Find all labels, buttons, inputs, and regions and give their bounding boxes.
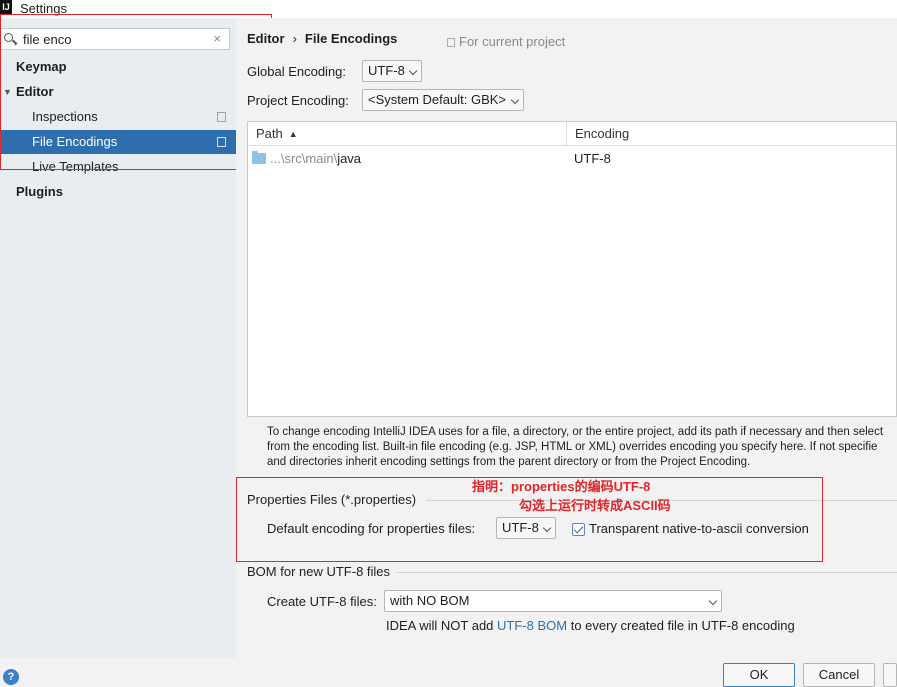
global-encoding-select[interactable]: UTF-8: [362, 60, 422, 82]
help-icon[interactable]: ?: [3, 669, 19, 685]
annotation-line-1: 指明：properties的编码UTF-8: [472, 479, 651, 494]
global-encoding-label: Global Encoding:: [247, 64, 347, 79]
sidebar-item-inspections[interactable]: Inspections: [0, 105, 236, 129]
sidebar-item-label: Plugins: [16, 184, 63, 199]
column-header-label: Path: [256, 126, 283, 141]
column-divider[interactable]: [566, 122, 567, 145]
settings-sidebar: ▾ × Keymap ▼ Editor Inspections File Enc…: [0, 18, 236, 658]
sidebar-item-label: Editor: [16, 84, 54, 99]
window-title: Settings: [20, 1, 67, 16]
create-utf8-files-label: Create UTF-8 files:: [267, 594, 377, 609]
project-scope-icon: [217, 112, 226, 122]
intellij-logo-icon: IJ: [0, 0, 12, 14]
sidebar-item-editor[interactable]: ▼ Editor: [0, 80, 236, 104]
annotation-line-2: 勾选上运行时转成ASCII码: [519, 498, 671, 513]
breadcrumb-current: File Encodings: [304, 31, 398, 46]
search-input[interactable]: [23, 30, 203, 48]
properties-section-title: Properties Files (*.properties): [247, 492, 417, 507]
cancel-button[interactable]: Cancel: [803, 663, 875, 687]
sort-ascending-icon: ▲: [288, 129, 298, 139]
sidebar-item-label: Inspections: [32, 109, 98, 124]
encoding-cell[interactable]: UTF-8: [574, 147, 611, 171]
for-current-project-note: For current project: [447, 34, 565, 49]
bom-section-title: BOM for new UTF-8 files: [247, 564, 391, 579]
bom-option-select[interactable]: with NO BOM: [384, 590, 722, 612]
path-encoding-table[interactable]: Path ▲ Encoding ...\src\main\java UTF-8: [247, 121, 897, 417]
chevron-down-icon: [408, 66, 418, 76]
section-divider: [396, 572, 897, 573]
bom-note-suffix: to every created file in UTF-8 encoding: [567, 618, 795, 633]
table-header: Path ▲ Encoding: [248, 122, 896, 146]
sidebar-item-keymap[interactable]: Keymap: [0, 55, 236, 79]
help-line: and directories inherit encoding setting…: [267, 456, 751, 468]
sidebar-item-live-templates[interactable]: Live Templates: [0, 155, 236, 179]
sidebar-item-label: Live Templates: [32, 159, 119, 174]
bom-option-value: with NO BOM: [390, 593, 470, 608]
sidebar-item-label: Keymap: [16, 59, 67, 74]
transparent-conversion-checkbox[interactable]: [572, 523, 585, 536]
default-encoding-properties-label: Default encoding for properties files:: [267, 521, 476, 536]
project-encoding-select[interactable]: <System Default: GBK>: [362, 89, 524, 111]
clear-search-icon[interactable]: ×: [213, 31, 221, 46]
apply-button-partial[interactable]: [883, 663, 897, 687]
bom-note: IDEA will NOT add UTF-8 BOM to every cre…: [386, 618, 795, 633]
help-line: from the encoding list. Built-in file en…: [267, 441, 878, 453]
table-row[interactable]: ...\src\main\java UTF-8: [248, 147, 896, 171]
settings-main-panel: Editor › File Encodings For current projec…: [236, 18, 897, 658]
chevron-down-icon: [708, 596, 718, 606]
ok-button[interactable]: OK: [723, 663, 795, 687]
project-encoding-label: Project Encoding:: [247, 93, 349, 108]
column-header-encoding[interactable]: Encoding: [575, 122, 629, 145]
path-cell: ...\src\main\java: [270, 147, 361, 171]
chevron-down-icon: ▾: [14, 41, 18, 48]
settings-search-field[interactable]: ▾ ×: [0, 28, 230, 50]
bom-note-prefix: IDEA will NOT add: [386, 618, 498, 633]
folder-icon: [252, 151, 266, 164]
for-current-project-label: For current project: [459, 34, 566, 49]
properties-encoding-select[interactable]: UTF-8: [496, 517, 556, 539]
breadcrumb-separator: ›: [292, 31, 297, 46]
project-scope-icon: [217, 137, 226, 147]
project-encoding-value: <System Default: GBK>: [368, 92, 507, 107]
transparent-conversion-label[interactable]: Transparent native-to-ascii conversion: [589, 521, 809, 536]
breadcrumb: Editor › File Encodings: [247, 31, 397, 46]
sidebar-item-label: File Encodings: [32, 134, 118, 149]
sidebar-item-file-encodings[interactable]: File Encodings: [0, 130, 236, 154]
title-bar: IJ Settings: [0, 0, 897, 18]
utf8-bom-link[interactable]: UTF-8 BOM: [497, 618, 567, 633]
properties-encoding-value: UTF-8: [502, 520, 539, 535]
encoding-help-text: To change encoding IntelliJ IDEA uses fo…: [267, 425, 897, 470]
chevron-down-icon: [510, 95, 520, 105]
path-prefix: ...\src\main\: [270, 151, 338, 166]
column-header-path[interactable]: Path ▲: [256, 122, 298, 145]
path-last-segment: java: [337, 151, 362, 166]
expand-arrow-icon[interactable]: ▼: [3, 80, 12, 104]
global-encoding-value: UTF-8: [368, 63, 405, 78]
search-icon[interactable]: [4, 33, 13, 42]
sidebar-item-plugins[interactable]: Plugins: [0, 180, 236, 204]
help-line: To change encoding IntelliJ IDEA uses fo…: [267, 426, 884, 438]
project-scope-icon: [447, 38, 455, 47]
chevron-down-icon: [542, 523, 552, 533]
breadcrumb-parent[interactable]: Editor: [247, 31, 285, 46]
